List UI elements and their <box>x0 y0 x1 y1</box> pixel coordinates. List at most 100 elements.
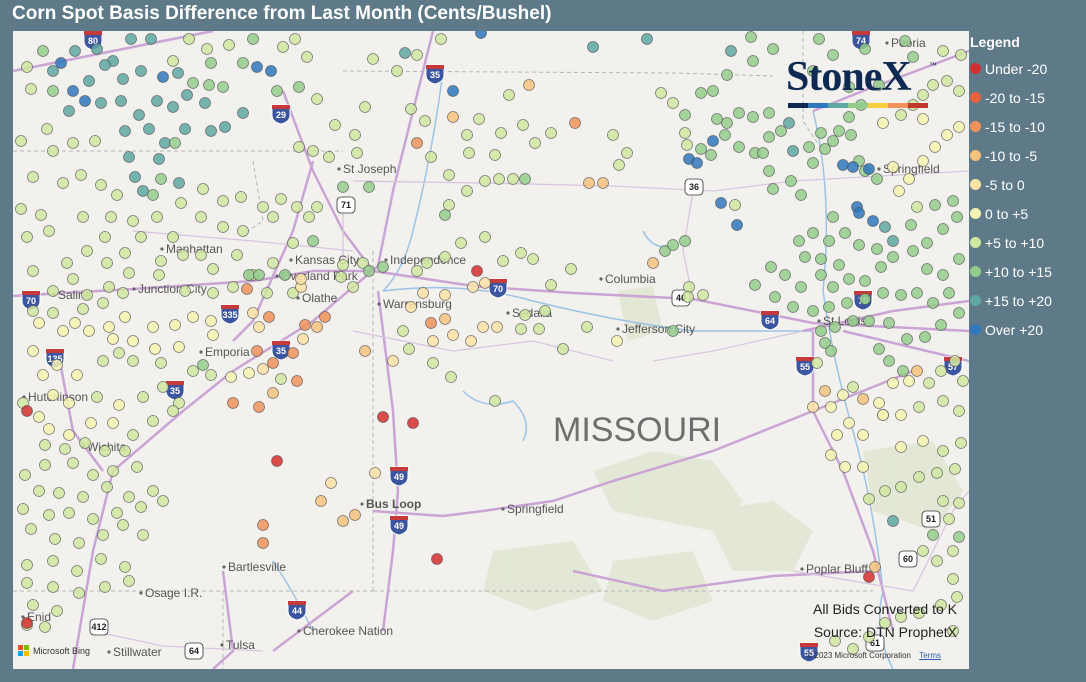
basis-marker[interactable] <box>135 65 147 77</box>
basis-marker[interactable] <box>201 43 213 55</box>
basis-marker[interactable] <box>613 159 625 171</box>
basis-marker[interactable] <box>51 359 63 371</box>
basis-marker[interactable] <box>871 243 883 255</box>
basis-marker[interactable] <box>917 545 929 557</box>
basis-marker[interactable] <box>837 389 849 401</box>
basis-marker[interactable] <box>39 621 51 633</box>
basis-marker[interactable] <box>111 507 123 519</box>
basis-marker[interactable] <box>39 459 51 471</box>
basis-marker[interactable] <box>707 135 719 147</box>
basis-marker[interactable] <box>63 507 75 519</box>
basis-marker[interactable] <box>539 305 551 317</box>
basis-marker[interactable] <box>267 387 279 399</box>
basis-marker[interactable] <box>587 41 599 53</box>
basis-marker[interactable] <box>349 129 361 141</box>
basis-marker[interactable] <box>937 445 949 457</box>
basis-marker[interactable] <box>95 97 107 109</box>
basis-marker[interactable] <box>27 345 39 357</box>
basis-marker[interactable] <box>917 113 929 125</box>
basis-marker[interactable] <box>47 65 59 77</box>
basis-marker[interactable] <box>369 467 381 479</box>
basis-marker[interactable] <box>519 309 531 321</box>
basis-marker[interactable] <box>75 169 87 181</box>
basis-marker[interactable] <box>251 61 263 73</box>
basis-marker[interactable] <box>425 151 437 163</box>
basis-marker[interactable] <box>33 317 45 329</box>
basis-marker[interactable] <box>187 311 199 323</box>
basis-marker[interactable] <box>349 509 361 521</box>
basis-marker[interactable] <box>293 81 305 93</box>
basis-marker[interactable] <box>35 209 47 221</box>
basis-marker[interactable] <box>919 331 931 343</box>
basis-marker[interactable] <box>827 211 839 223</box>
basis-marker[interactable] <box>813 33 825 45</box>
basis-marker[interactable] <box>569 117 581 129</box>
basis-marker[interactable] <box>169 137 181 149</box>
basis-marker[interactable] <box>67 85 79 97</box>
basis-marker[interactable] <box>119 247 131 259</box>
basis-marker[interactable] <box>143 123 155 135</box>
basis-marker[interactable] <box>447 85 459 97</box>
basis-marker[interactable] <box>15 203 27 215</box>
basis-marker[interactable] <box>123 575 135 587</box>
basis-marker[interactable] <box>853 239 865 251</box>
basis-marker[interactable] <box>319 311 331 323</box>
basis-marker[interactable] <box>411 137 423 149</box>
basis-marker[interactable] <box>911 365 923 377</box>
basis-marker[interactable] <box>21 617 33 629</box>
basis-marker[interactable] <box>527 253 539 265</box>
basis-marker[interactable] <box>847 161 859 173</box>
basis-marker[interactable] <box>133 109 145 121</box>
basis-marker[interactable] <box>471 265 483 277</box>
basis-marker[interactable] <box>823 235 835 247</box>
basis-marker[interactable] <box>301 51 313 63</box>
basis-marker[interactable] <box>77 491 89 503</box>
basis-marker[interactable] <box>137 391 149 403</box>
basis-marker[interactable] <box>795 281 807 293</box>
basis-marker[interactable] <box>147 321 159 333</box>
basis-marker[interactable] <box>205 369 217 381</box>
basis-marker[interactable] <box>21 61 33 73</box>
basis-marker[interactable] <box>895 441 907 453</box>
basis-marker[interactable] <box>879 221 891 233</box>
basis-marker[interactable] <box>195 211 207 223</box>
basis-marker[interactable] <box>877 409 889 421</box>
basis-marker[interactable] <box>351 147 363 159</box>
basis-marker[interactable] <box>79 95 91 107</box>
basis-marker[interactable] <box>97 297 109 309</box>
basis-marker[interactable] <box>799 251 811 263</box>
basis-marker[interactable] <box>127 335 139 347</box>
basis-marker[interactable] <box>205 125 217 137</box>
basis-marker[interactable] <box>923 377 935 389</box>
basis-marker[interactable] <box>883 355 895 367</box>
basis-marker[interactable] <box>37 45 49 57</box>
basis-marker[interactable] <box>135 231 147 243</box>
basis-marker[interactable] <box>103 321 115 333</box>
basis-marker[interactable] <box>181 89 193 101</box>
basis-marker[interactable] <box>123 267 135 279</box>
basis-marker[interactable] <box>679 235 691 247</box>
basis-marker[interactable] <box>157 71 169 83</box>
basis-marker[interactable] <box>117 519 129 531</box>
basis-marker[interactable] <box>917 155 929 167</box>
basis-marker[interactable] <box>953 307 965 319</box>
basis-marker[interactable] <box>779 269 791 281</box>
basis-marker[interactable] <box>113 399 125 411</box>
basis-marker[interactable] <box>857 393 869 405</box>
basis-marker[interactable] <box>917 435 929 447</box>
basis-marker[interactable] <box>137 185 149 197</box>
basis-marker[interactable] <box>271 455 283 467</box>
basis-marker[interactable] <box>421 257 433 269</box>
basis-marker[interactable] <box>941 129 953 141</box>
basis-marker[interactable] <box>463 147 475 159</box>
basis-marker[interactable] <box>347 281 359 293</box>
basis-marker[interactable] <box>943 287 955 299</box>
basis-marker[interactable] <box>21 577 33 589</box>
basis-marker[interactable] <box>405 301 417 313</box>
basis-marker[interactable] <box>299 319 311 331</box>
basis-marker[interactable] <box>179 123 191 135</box>
basis-marker[interactable] <box>99 445 111 457</box>
basis-marker[interactable] <box>153 269 165 281</box>
basis-marker[interactable] <box>883 317 895 329</box>
basis-marker[interactable] <box>21 405 33 417</box>
